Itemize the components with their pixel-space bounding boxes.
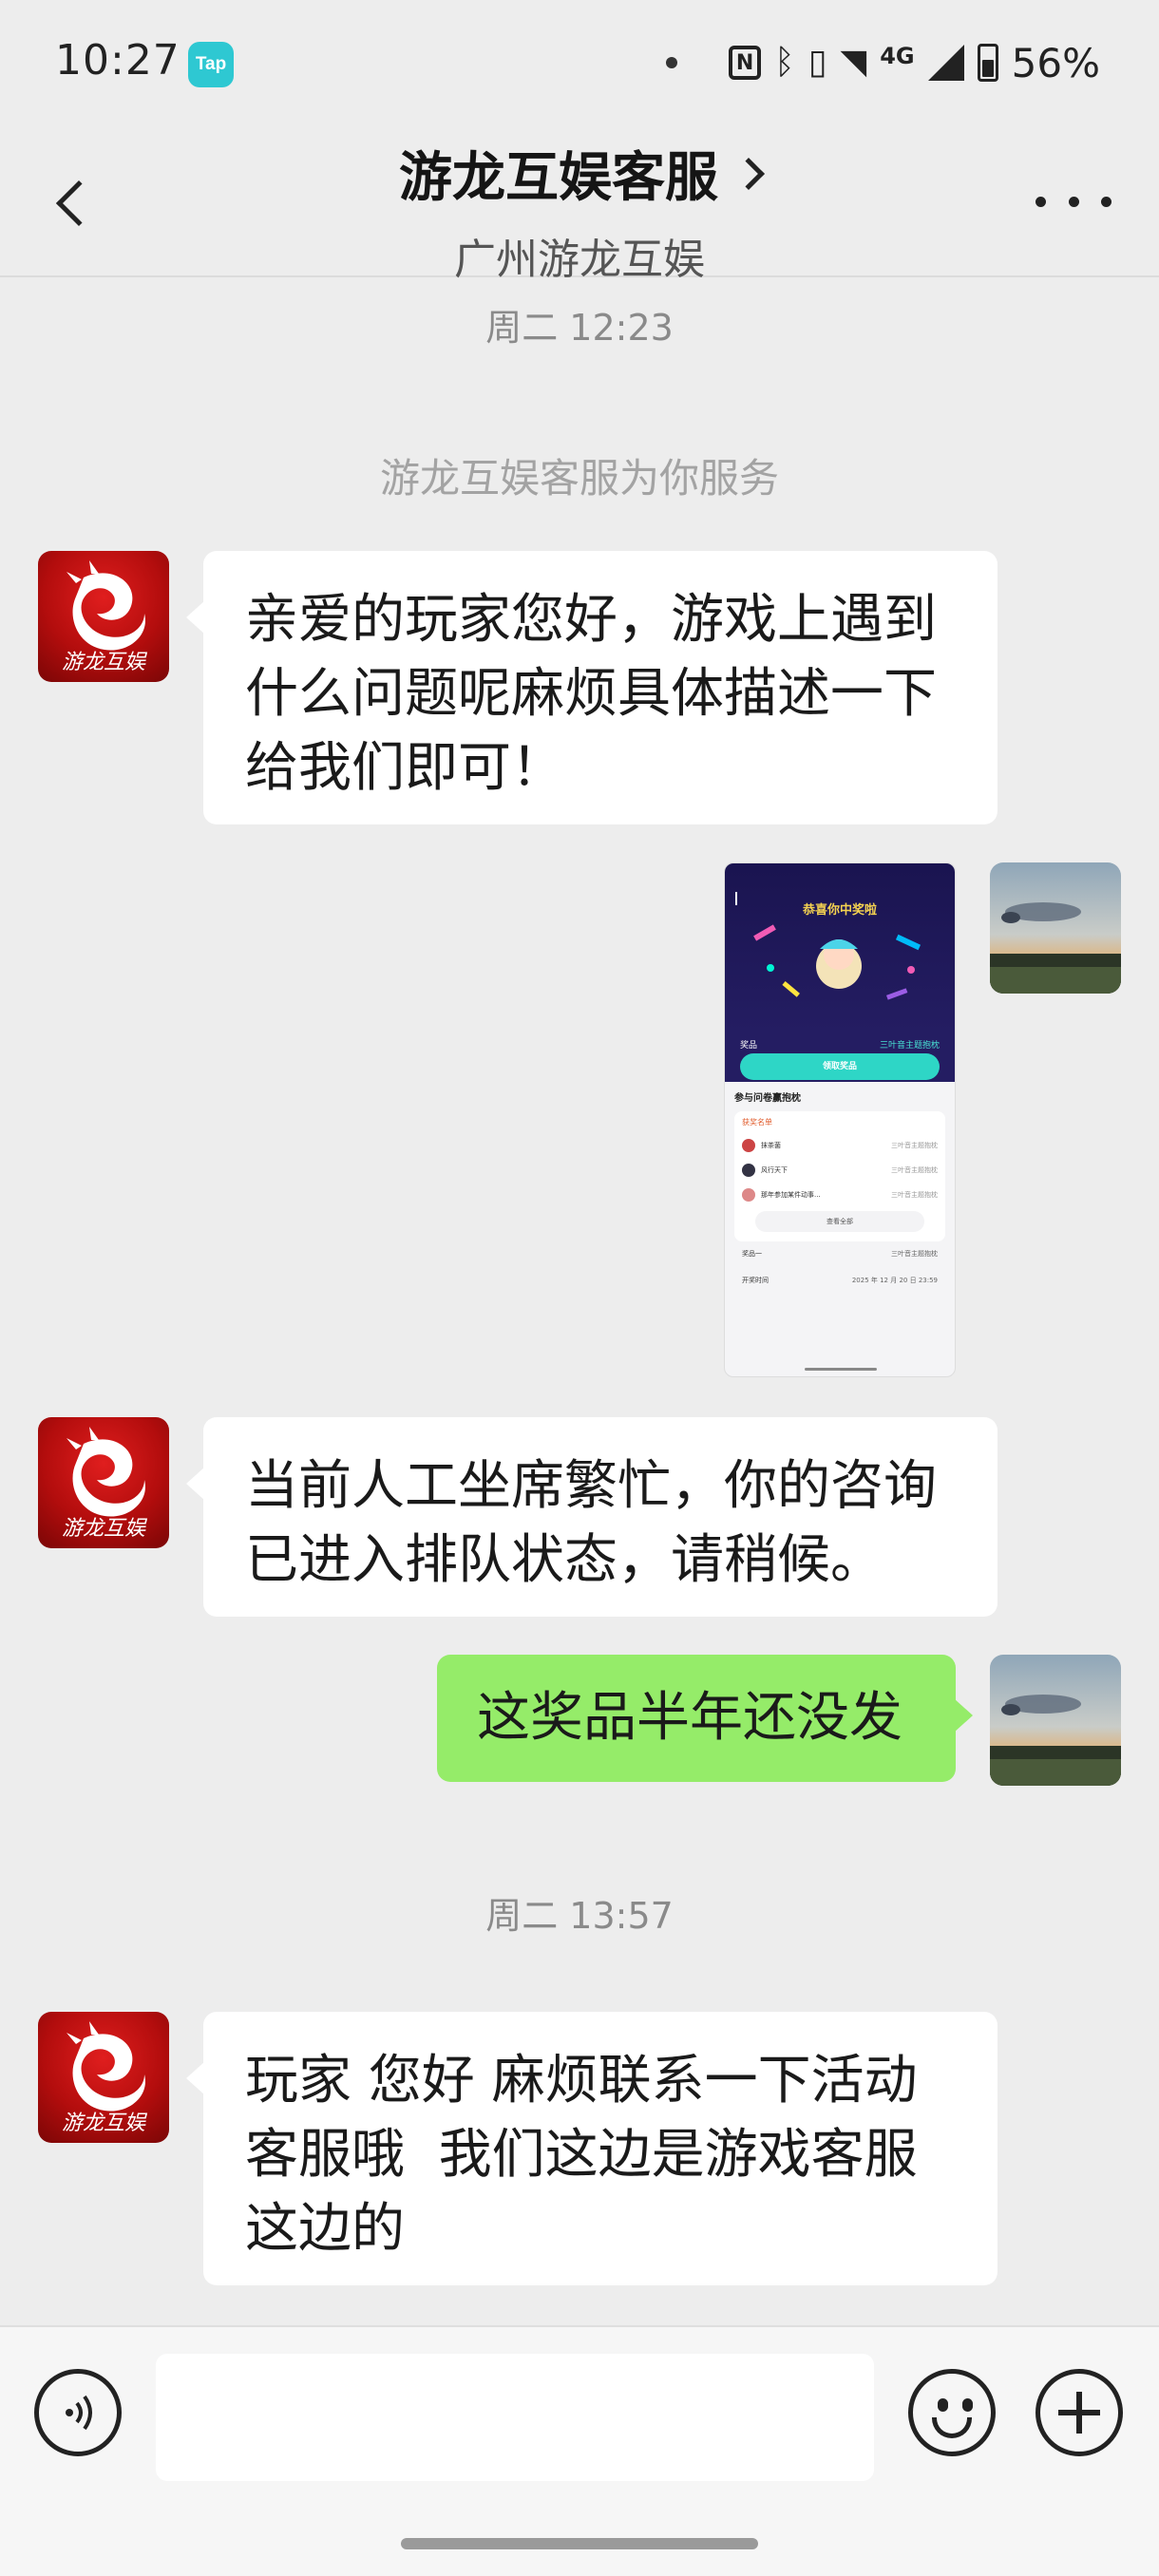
- message-timestamp: 周二 12:23: [485, 307, 674, 349]
- tap-app-badge: Tap: [188, 42, 234, 87]
- chat-header: 游龙互娱客服 广州游龙互娱: [0, 129, 1159, 284]
- dragon-logo-icon: 游龙互娱: [62, 2021, 148, 2135]
- screenshot-prize-area: 奖品 三叶音主题抱枕 领取奖品: [725, 1032, 955, 1082]
- message-line: 当前人工坐席繁忙，你的咨询: [245, 1455, 937, 1517]
- landscape-photo-icon: [990, 1655, 1121, 1786]
- message-bubble-incoming[interactable]: 玩家 您好 麻烦联系一下活动 客服哦 我们这边是游戏客服 这边的: [186, 2012, 998, 2285]
- prize-row-label: 奖品一: [742, 1250, 762, 1258]
- winner-avatar: [742, 1139, 755, 1152]
- chat-title-area[interactable]: 游龙互娱客服 广州游龙互娱: [0, 135, 1159, 286]
- user-avatar[interactable]: [990, 862, 1121, 994]
- more-dot-icon: [1068, 196, 1079, 207]
- message-line: 亲爱的玩家您好，游戏上遇到: [245, 589, 937, 651]
- notification-dot-icon: [666, 57, 678, 68]
- dragon-logo-icon: 游龙互娱: [62, 1427, 148, 1541]
- more-dot-icon: [1101, 196, 1112, 207]
- more-functions-button[interactable]: [1036, 2369, 1123, 2456]
- winner-avatar: [742, 1164, 755, 1177]
- claim-prize-button: 领取奖品: [740, 1053, 940, 1080]
- dragon-logo-icon: 游龙互娱: [62, 560, 148, 674]
- emoji-button[interactable]: [908, 2369, 996, 2456]
- message-line: 给我们即可！: [245, 737, 564, 799]
- status-icons: N ᛒ ▯ ◥ 4G 56%: [666, 36, 1100, 89]
- user-avatar[interactable]: [990, 1655, 1121, 1786]
- message-bubble-incoming[interactable]: 亲爱的玩家您好，游戏上遇到 什么问题呢麻烦具体描述一下 给我们即可！: [186, 551, 998, 824]
- winner-prize: 三叶音主题抱枕: [891, 1191, 938, 1199]
- voice-input-button[interactable]: [34, 2369, 122, 2456]
- battery-percent: 56%: [1011, 39, 1100, 86]
- message-line: 什么问题呢麻烦具体描述一下: [245, 663, 937, 725]
- screenshot-section-title: 参与问卷赢抱枕: [734, 1093, 801, 1104]
- view-all-link: 查看全部: [755, 1211, 924, 1232]
- more-dot-icon: [1036, 196, 1046, 207]
- emoji-eye: [962, 2398, 973, 2412]
- emoji-eye: [938, 2398, 948, 2412]
- draw-time-label: 开奖时间: [742, 1277, 769, 1284]
- battery-icon: [977, 44, 998, 82]
- landscape-photo-icon: [990, 862, 1121, 994]
- prize-label: 奖品: [740, 1041, 758, 1051]
- message-bubble-incoming[interactable]: 当前人工坐席繁忙，你的咨询 已进入排队状态，请稍候。: [186, 1417, 998, 1617]
- signal-icon: [927, 45, 964, 81]
- confetti-illustration: [735, 892, 922, 1000]
- message-line: 这奖品半年还没发: [477, 1687, 902, 1749]
- chat-title[interactable]: 游龙互娱客服: [399, 135, 765, 212]
- voice-icon: [66, 2395, 92, 2431]
- winners-card: 获奖名单 抹茶菌 三叶音主题抱枕 风行天下 三叶音主题抱枕 那年参加某件动事... 三…: [734, 1111, 945, 1241]
- winner-prize: 三叶音主题抱枕: [891, 1142, 938, 1149]
- chat-title-text: 游龙互娱客服: [399, 147, 718, 209]
- status-time: 10:27: [55, 36, 180, 85]
- system-message: 游龙互娱客服为你服务: [379, 455, 779, 502]
- winner-name: 抹茶菌: [761, 1142, 781, 1149]
- vibrate-icon: ▯: [808, 43, 827, 82]
- home-indicator[interactable]: [401, 2538, 758, 2549]
- winner-row: 抹茶菌 三叶音主题抱枕: [742, 1133, 938, 1158]
- bluetooth-icon: ᛒ: [774, 43, 795, 82]
- svg-text:游龙互娱: 游龙互娱: [62, 2112, 148, 2135]
- message-line: 玩家 您好 麻烦联系一下活动: [245, 2050, 918, 2112]
- service-avatar[interactable]: 游龙互娱: [38, 551, 169, 682]
- message-line: 客服哦 我们这边是游戏客服: [245, 2124, 918, 2186]
- winner-row: 那年参加某件动事... 三叶音主题抱枕: [742, 1183, 938, 1207]
- message-line: 已进入排队状态，请稍候。: [245, 1529, 884, 1591]
- winner-name: 那年参加某件动事...: [761, 1191, 821, 1199]
- prize-row-value: 三叶音主题抱枕: [891, 1250, 938, 1258]
- winner-row: 风行天下 三叶音主题抱枕: [742, 1158, 938, 1183]
- emoji-mouth: [932, 2417, 972, 2438]
- more-options-button[interactable]: [1036, 182, 1112, 220]
- message-bubble-outgoing[interactable]: 这奖品半年还没发: [437, 1655, 973, 1782]
- draw-time-row: 开奖时间 2025 年 12 月 20 日 23:59: [742, 1276, 938, 1285]
- screenshot-home-indicator: [805, 1368, 877, 1371]
- network-type: 4G: [880, 43, 915, 69]
- prize-row: 奖品一 三叶音主题抱枕: [742, 1249, 938, 1259]
- wifi-icon: ◥: [840, 43, 867, 82]
- shared-screenshot-image[interactable]: 恭喜你中奖啦 奖品 三叶音主题抱枕 领取奖品 参与问卷赢抱枕 获奖名单 抹茶菌三…: [724, 862, 956, 1377]
- status-bar: 10:27 Tap N ᛒ ▯ ◥ 4G 56%: [0, 0, 1159, 129]
- screenshot-banner: 恭喜你中奖啦: [725, 863, 955, 1032]
- prize-value: 三叶音主题抱枕: [879, 1041, 940, 1051]
- draw-time-value: 2025 年 12 月 20 日 23:59: [851, 1277, 938, 1284]
- svg-text:游龙互娱: 游龙互娱: [62, 1517, 148, 1541]
- service-avatar[interactable]: 游龙互娱: [38, 2012, 169, 2143]
- chat-subtitle: 广州游龙互娱: [454, 236, 705, 284]
- message-line: 这边的: [245, 2198, 405, 2260]
- chevron-right-icon: [732, 157, 765, 190]
- message-timestamp: 周二 13:57: [485, 1895, 674, 1937]
- svg-text:游龙互娱: 游龙互娱: [62, 651, 148, 674]
- winner-prize: 三叶音主题抱枕: [891, 1166, 938, 1174]
- message-input[interactable]: [156, 2354, 874, 2481]
- service-avatar[interactable]: 游龙互娱: [38, 1417, 169, 1548]
- winner-name: 风行天下: [761, 1166, 788, 1174]
- winner-avatar: [742, 1188, 755, 1202]
- nfc-icon: N: [729, 46, 762, 80]
- winners-title: 获奖名单: [742, 1118, 772, 1127]
